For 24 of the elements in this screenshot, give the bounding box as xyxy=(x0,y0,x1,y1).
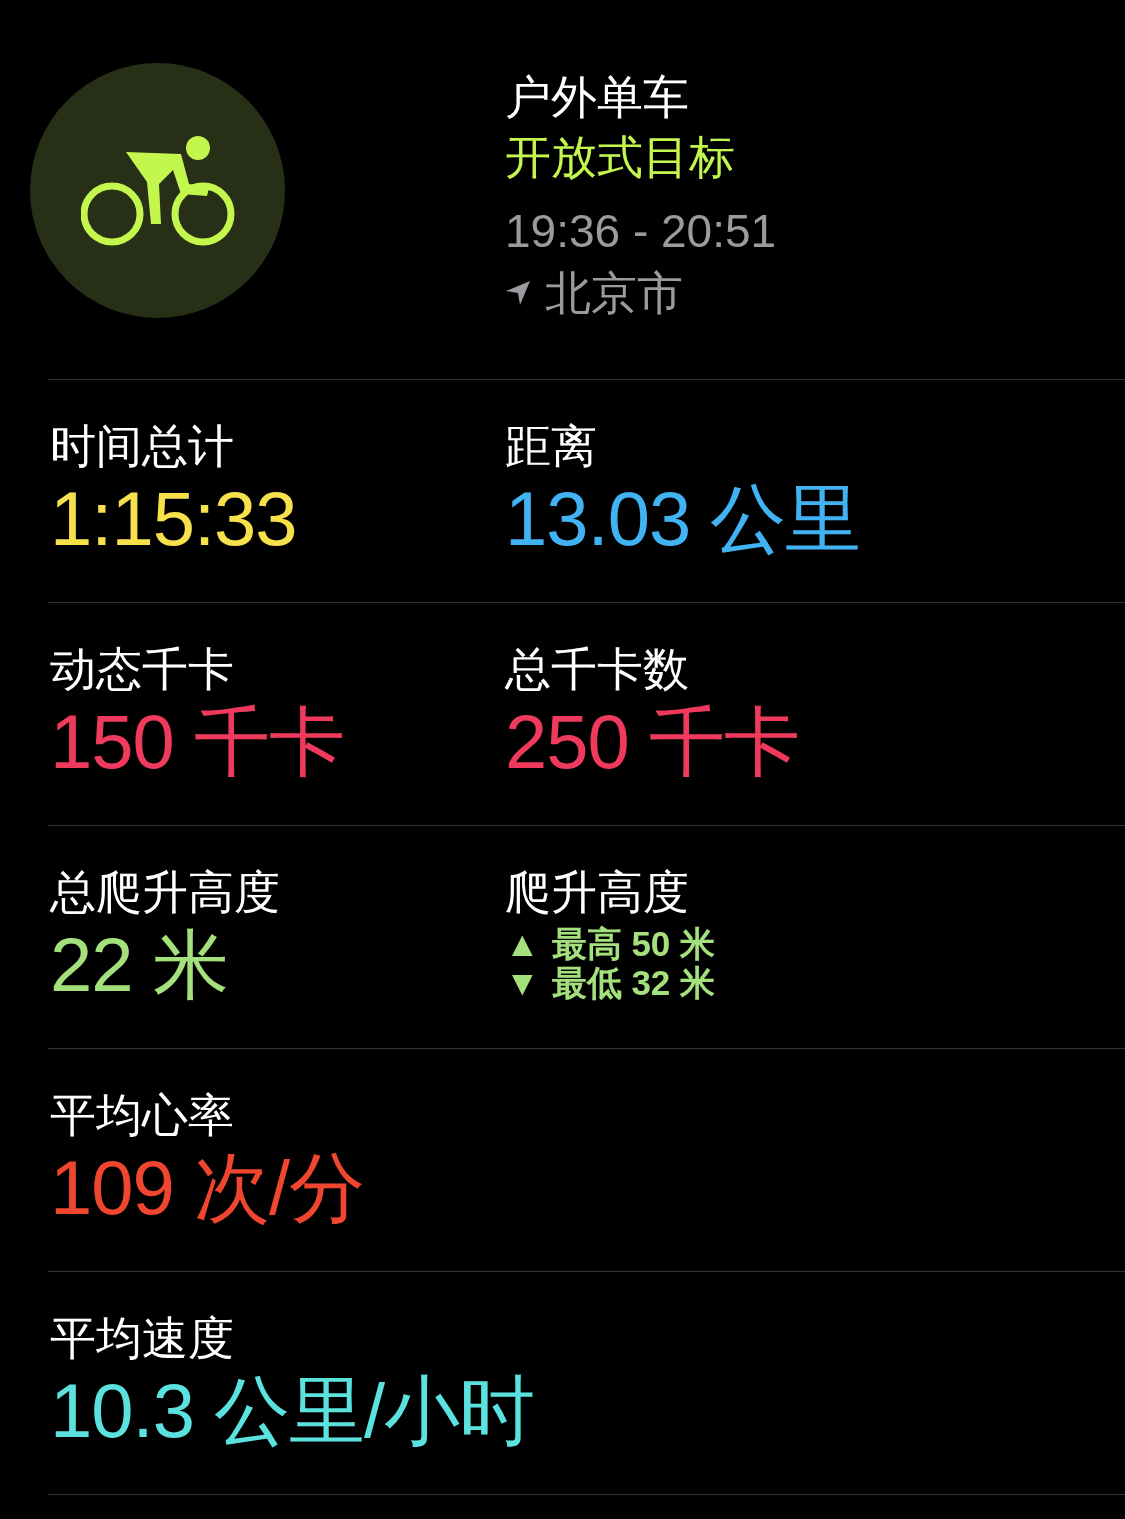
workout-title: 户外单车 xyxy=(505,70,690,125)
workout-goal: 开放式目标 xyxy=(505,130,736,185)
metric-value: 1:15:33 xyxy=(50,475,297,563)
metric-value: 250 千卡 xyxy=(505,698,799,786)
metric-label: 总千卡数 xyxy=(505,642,690,697)
location-arrow-icon xyxy=(505,280,531,306)
metric-label: 平均心率 xyxy=(50,1088,235,1143)
arrow-icon: ▼ xyxy=(505,963,540,1002)
elevation-reading: 最高 50 米 xyxy=(551,924,716,963)
elevation-reading: 最低 32 米 xyxy=(551,963,716,1002)
metric-label: 时间总计 xyxy=(50,419,235,474)
metric-value: 109 次/分 xyxy=(50,1144,365,1232)
metric-value: 13.03 公里 xyxy=(505,475,861,563)
time-range: 19:36 - 20:51 xyxy=(505,204,777,259)
metric-label: 平均速度 xyxy=(50,1311,235,1366)
metric-value: 150 千卡 xyxy=(50,698,344,786)
metric-label: 动态千卡 xyxy=(50,642,235,697)
metric-label: 距离 xyxy=(505,419,598,474)
arrow-icon: ▲ xyxy=(505,924,540,963)
location: 北京市 xyxy=(545,266,683,321)
metric-label: 总爬升高度 xyxy=(50,865,281,920)
metric-value: 10.3 公里/小时 xyxy=(50,1367,535,1455)
metric-value: 22 米 xyxy=(50,921,228,1009)
metric-label: 爬升高度 xyxy=(505,865,690,920)
